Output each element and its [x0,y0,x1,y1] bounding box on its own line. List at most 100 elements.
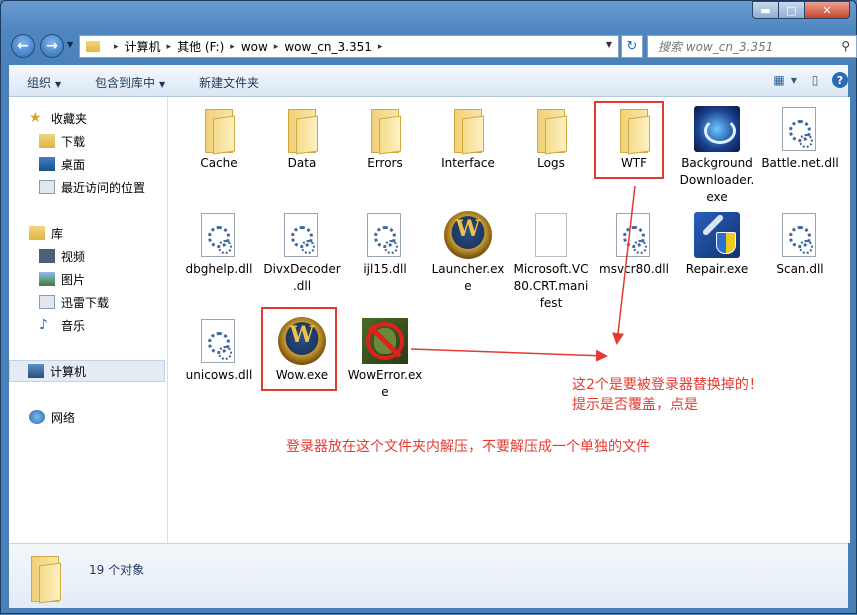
folder-icon [195,105,243,155]
sidebar-item-music[interactable]: ♪ 音乐 [39,314,85,336]
sidebar-item-videos[interactable]: 视频 [39,245,85,267]
file-item-data[interactable]: Data [263,105,341,172]
breadcrumb-separator[interactable]: ▸ [274,42,279,52]
search-icon[interactable]: ⚲ [841,39,850,53]
breadcrumb-computer[interactable]: 计算机 [125,38,161,55]
refresh-button[interactable]: ↻ [621,35,643,58]
sidebar-item-label: 收藏夹 [51,111,88,126]
dll-icon [776,105,824,153]
sidebar-item-favorites[interactable]: ★ 收藏夹 [29,107,87,129]
file-item-unicows-dll[interactable]: unicows.dll [180,317,258,384]
file-item-errors[interactable]: Errors [346,105,424,172]
search-box[interactable]: ⚲ [647,35,857,58]
music-icon: ♪ [39,317,48,333]
file-item-repair-exe[interactable]: Repair.exe [678,211,756,278]
file-name: unicows.dll [185,368,253,382]
sidebar-item-recent[interactable]: 最近访问的位置 [39,176,145,198]
sidebar-item-thunder[interactable]: 迅雷下载 [39,291,109,313]
back-button[interactable]: ← [11,34,35,58]
maximize-button[interactable]: □ [779,1,805,19]
sidebar-item-pictures[interactable]: 图片 [39,268,85,290]
file-item-logs[interactable]: Logs [512,105,590,172]
new-folder-button[interactable]: 新建文件夹 [199,74,259,91]
folder-icon [25,556,65,604]
folder-icon [444,105,492,155]
file-name: Logs [537,156,565,170]
libraries-icon [29,226,45,240]
include-in-library-menu[interactable]: 包含到库中 ▼ [95,74,165,91]
computer-icon [28,364,44,378]
breadcrumb-separator[interactable]: ▸ [167,42,172,52]
file-item-scan-dll[interactable]: Scan.dll [761,211,839,278]
minimize-button[interactable]: ▬ [752,1,779,19]
view-dropdown-icon[interactable]: ▼ [790,71,798,89]
dll-icon [776,211,824,259]
file-item-divxdecoder-dll[interactable]: DivxDecoder.dll [263,211,341,295]
close-icon: ✕ [822,3,832,17]
search-input[interactable] [648,36,838,57]
manifest-file-icon [527,211,575,259]
close-button[interactable]: ✕ [805,1,850,19]
dll-icon [610,211,658,259]
window-controls: ▬ □ ✕ [752,1,850,19]
file-name: dbghelp.dll [185,262,253,276]
breadcrumb-separator[interactable]: ▸ [114,42,119,52]
file-item-cache[interactable]: Cache [180,105,258,172]
sidebar-item-label: 下载 [61,134,86,149]
annotation-replace-line1: 这2个是要被登录器替换掉的！ [572,377,763,393]
breadcrumb-drive[interactable]: 其他 (F:) [177,38,224,55]
breadcrumb-wow[interactable]: wow [241,40,268,54]
file-name: BackgroundDownloader.exe [679,156,755,204]
minimize-icon: ▬ [760,3,771,17]
folder-icon [86,41,100,52]
file-item-interface[interactable]: Interface [429,105,507,172]
recent-places-icon [39,180,55,194]
file-name: Interface [441,156,495,170]
file-name: DivxDecoder.dll [263,262,341,293]
maximize-icon: □ [786,3,797,17]
navigation-bar: ← → ▼ ▸ 计算机 ▸ 其他 (F:) ▸ wow ▸ wow_cn_3.3… [9,34,857,60]
sidebar-item-label: 桌面 [61,157,86,172]
sidebar-item-label: 图片 [61,272,86,287]
file-list: Cache Data Errors Interface Logs WTF Bac… [168,97,850,543]
sidebar-item-desktop[interactable]: 桌面 [39,153,85,175]
downloads-folder-icon [39,134,55,148]
highlight-box-wtf [594,101,664,179]
background-downloader-icon [693,105,741,153]
file-item-background-downloader[interactable]: BackgroundDownloader.exe [678,105,756,206]
forward-button[interactable]: → [40,34,64,58]
sidebar-item-libraries[interactable]: 库 [29,222,63,244]
address-dropdown-icon[interactable]: ▼ [606,40,612,49]
highlight-box-wow-exe [261,307,337,391]
file-item-battle-net-dll[interactable]: Battle.net.dll [761,105,839,172]
view-options-icon[interactable]: ▦ [770,71,788,89]
file-item-launcher-exe[interactable]: W Launcher.exe [429,211,507,295]
file-item-ijl15-dll[interactable]: ijl15.dll [346,211,424,278]
folder-icon [527,105,575,155]
organize-menu[interactable]: 组织 ▼ [27,74,61,91]
breadcrumb-separator[interactable]: ▸ [230,42,235,52]
sidebar-item-downloads[interactable]: 下载 [39,130,85,152]
breadcrumb-current[interactable]: wow_cn_3.351 [284,40,372,54]
network-icon [29,410,45,424]
back-arrow-icon: ← [17,38,29,54]
annotation-extract-note: 登录器放在这个文件夹内解压，不要解压成一个单独的文件 [286,439,650,455]
sidebar-item-network[interactable]: 网络 [29,406,75,428]
file-name: Cache [200,156,238,170]
sidebar-item-computer[interactable]: 计算机 [9,360,165,382]
preview-pane-icon[interactable]: ▯ [806,71,824,89]
sidebar-item-label: 视频 [61,249,86,264]
recent-pages-dropdown[interactable]: ▼ [67,40,77,54]
forward-arrow-icon: → [46,38,58,54]
address-bar[interactable]: ▸ 计算机 ▸ 其他 (F:) ▸ wow ▸ wow_cn_3.351 ▸ ▼ [79,35,619,58]
thunder-download-icon [39,295,55,309]
breadcrumb-separator[interactable]: ▸ [378,42,383,52]
help-icon[interactable]: ? [832,72,848,88]
file-item-wowerror-exe[interactable]: WowError.exe [346,317,424,401]
file-item-msvcr80-dll[interactable]: msvcr80.dll [595,211,673,278]
file-item-dbghelp-dll[interactable]: dbghelp.dll [180,211,258,278]
item-count: 19 个对象 [89,563,145,577]
file-item-vc80-manifest[interactable]: Microsoft.VC80.CRT.manifest [512,211,590,312]
refresh-icon: ↻ [626,39,638,54]
view-controls: ▦ ▼ ▯ ? [762,71,848,89]
